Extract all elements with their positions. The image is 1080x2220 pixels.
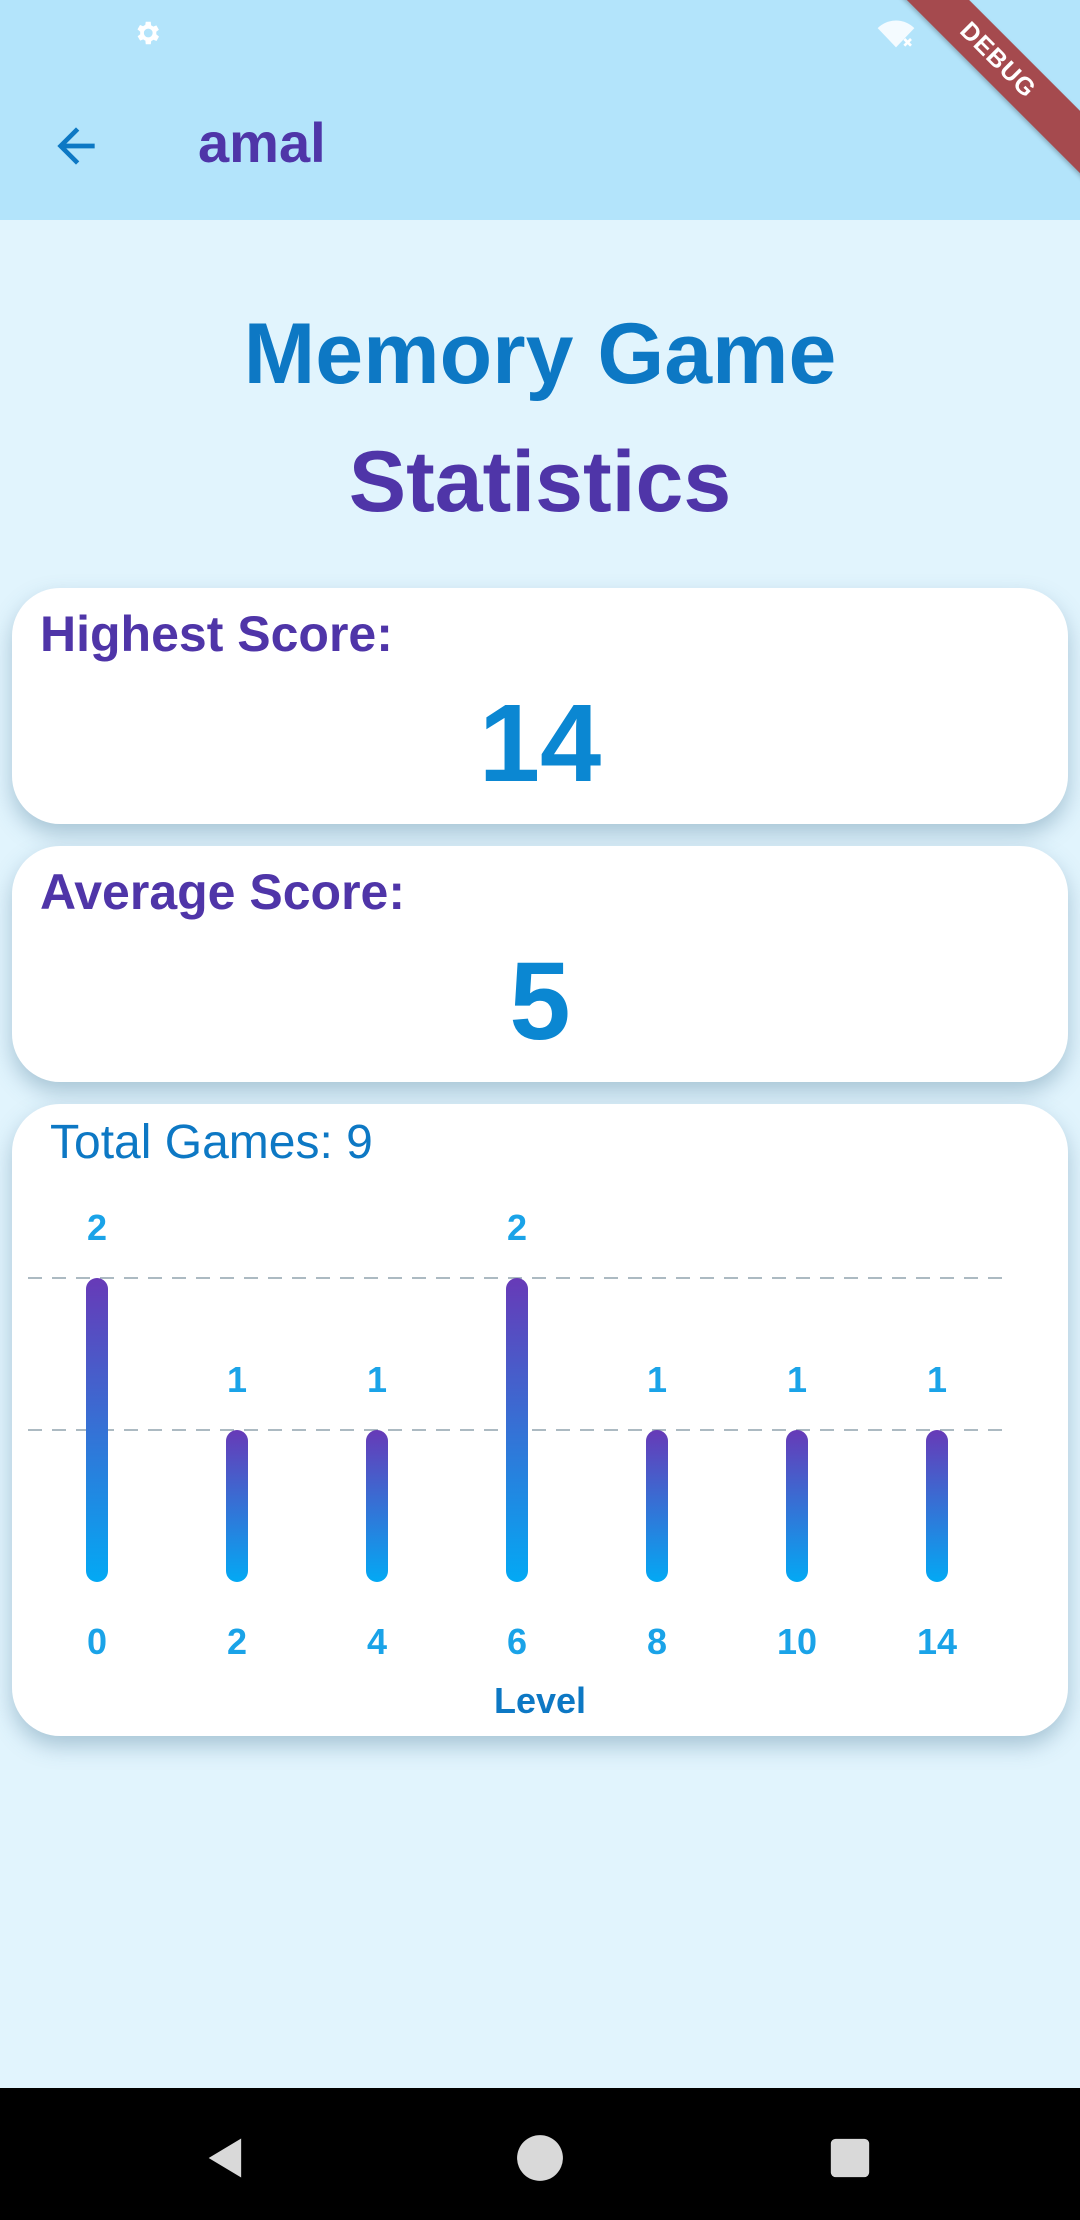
bar-value-label: 1: [647, 1359, 667, 1400]
highest-score-value: 14: [478, 682, 602, 805]
circle-home-icon: [517, 2135, 563, 2181]
games-chart-card: Total Games: 9 2 0 1 2 1 4 2 6 1 8 1 10 1 14 Level: [12, 1104, 1068, 1736]
average-score-label: Average Score:: [40, 864, 405, 920]
app-bar: amal: [0, 0, 1080, 220]
screen: amal DEBUG Memory Game Statistics Highes…: [0, 0, 1080, 2220]
chart-bar: [926, 1430, 948, 1582]
bar-value-label: 1: [227, 1359, 247, 1400]
chart-bar: [366, 1430, 388, 1582]
nav-home-button[interactable]: [500, 2118, 580, 2198]
x-tick-label: 4: [367, 1621, 387, 1662]
x-axis-label: Level: [494, 1680, 586, 1721]
x-tick-label: 14: [917, 1621, 957, 1662]
chart-bar: [786, 1430, 808, 1582]
triangle-back-icon: [208, 2138, 242, 2178]
page-heading: Memory Game Statistics: [0, 290, 1080, 546]
heading-line-1: Memory Game: [243, 306, 837, 402]
bar-value-label: 2: [87, 1207, 107, 1248]
system-nav-bar: [0, 2088, 1080, 2220]
average-score-value: 5: [509, 940, 571, 1063]
chart-bar: [506, 1278, 528, 1582]
bar-value-label: 1: [927, 1359, 947, 1400]
bar-value-label: 2: [507, 1207, 527, 1248]
highest-score-label: Highest Score:: [40, 606, 393, 662]
x-tick-label: 10: [777, 1621, 817, 1662]
x-tick-label: 6: [507, 1621, 527, 1662]
heading-line-2: Statistics: [348, 434, 732, 530]
bar-value-label: 1: [787, 1359, 807, 1400]
square-recents-icon: [830, 2138, 870, 2178]
arrow-back-icon: [57, 127, 95, 165]
highest-score-card: Highest Score: 14: [12, 588, 1068, 824]
app-bar-title: amal: [198, 111, 326, 174]
chart-bar: [86, 1278, 108, 1582]
x-tick-label: 2: [227, 1621, 247, 1662]
chart-bars: [86, 1278, 948, 1582]
nav-recents-button[interactable]: [810, 2118, 890, 2198]
level-bar-chart: 2012142618110114 Level: [28, 1207, 1006, 1721]
average-score-card: Average Score: 5: [12, 846, 1068, 1082]
bar-value-label: 1: [367, 1359, 387, 1400]
x-tick-label: 0: [87, 1621, 107, 1662]
chart-bar: [646, 1430, 668, 1582]
nav-back-button[interactable]: [186, 2118, 266, 2198]
back-button[interactable]: [40, 110, 112, 182]
x-tick-label: 8: [647, 1621, 667, 1662]
gear-icon: [137, 21, 159, 45]
wifi-off-icon: [877, 20, 915, 48]
chart-bar: [226, 1430, 248, 1582]
